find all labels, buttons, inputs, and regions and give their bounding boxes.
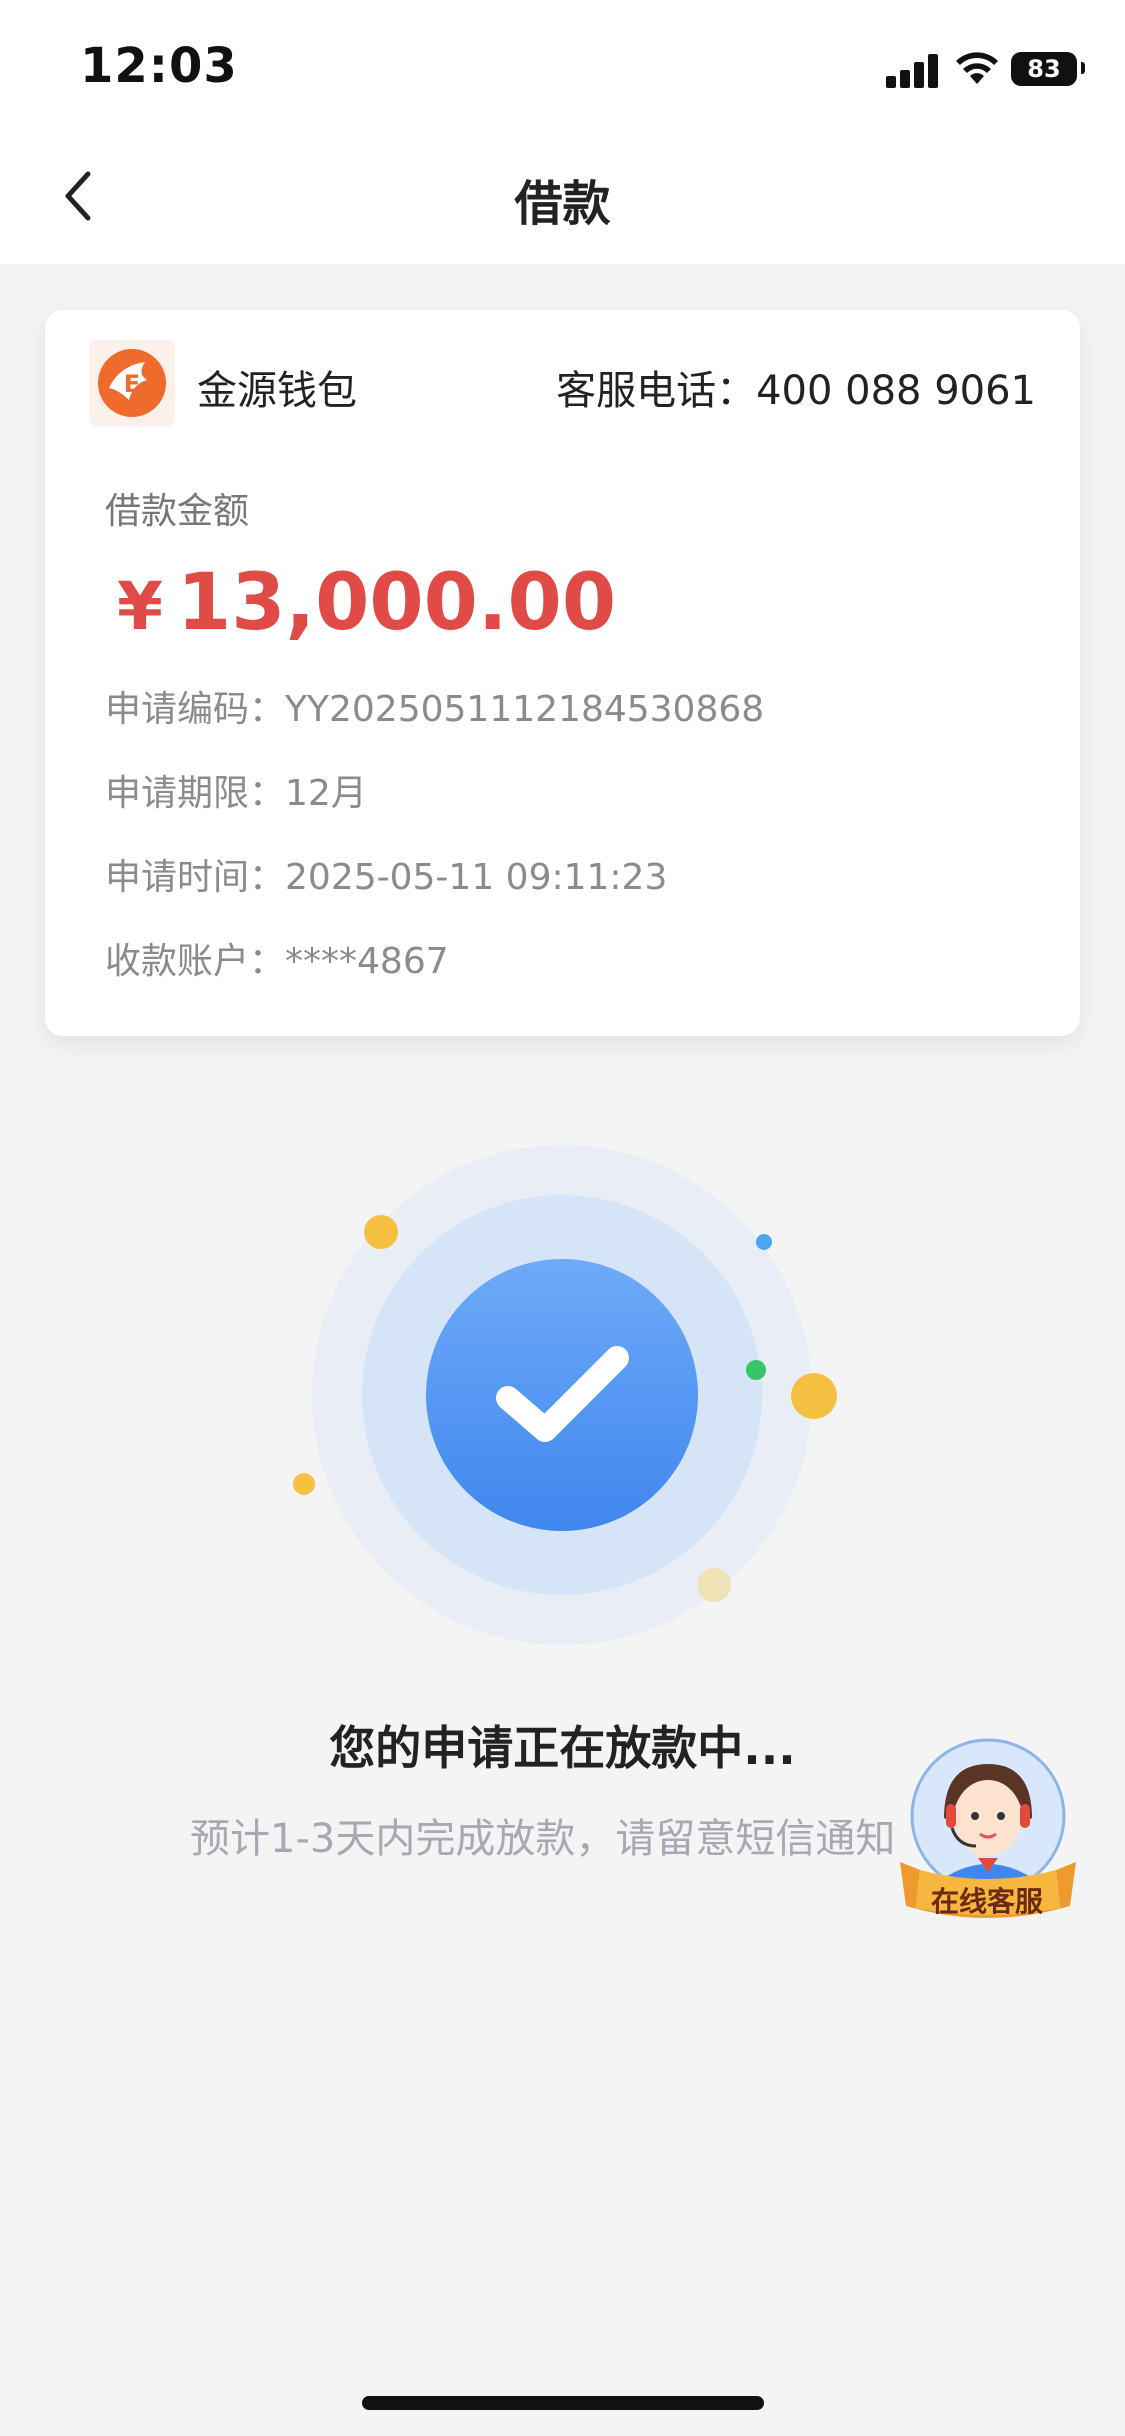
- status-time: 12:03: [80, 38, 238, 94]
- amount-label: 借款金额: [105, 491, 250, 532]
- check-circle: [426, 1259, 698, 1531]
- info-row-application-code: 申请编码：YY2025051112184530868: [105, 680, 764, 732]
- online-service-button[interactable]: 在线客服: [898, 1738, 1078, 1934]
- currency-symbol: ¥: [117, 568, 163, 645]
- info-label: 申请时间：: [105, 857, 286, 898]
- amount-value: 13,000.00: [176, 558, 617, 648]
- battery-tip: [1081, 62, 1085, 74]
- decor-dot: [364, 1215, 398, 1249]
- info-value: 2025-05-11 09:11:23: [285, 857, 668, 898]
- info-row-time: 申请时间：2025-05-11 09:11:23: [105, 848, 667, 900]
- loan-info-card: E 金源钱包 客服电话：400 088 9061 借款金额 ¥13,000.00…: [45, 310, 1080, 1036]
- online-service-label: 在线客服: [930, 1885, 1043, 1918]
- page-title: 借款: [514, 176, 611, 232]
- status-subtitle: 预计1-3天内完成放款，请留意短信通知: [190, 1816, 896, 1862]
- signal-icon: [886, 52, 942, 88]
- header-area: 12:03 83 借款: [0, 0, 1125, 264]
- home-indicator: [362, 2396, 764, 2410]
- brand-logo-icon: E: [89, 340, 175, 426]
- svg-text:E: E: [124, 370, 140, 398]
- decor-dot: [756, 1234, 772, 1250]
- service-hotline[interactable]: 客服电话：400 088 9061: [556, 358, 1036, 416]
- loan-amount: ¥13,000.00: [117, 558, 616, 648]
- info-value: ****4867: [285, 941, 449, 982]
- success-graphic: [293, 1145, 837, 1645]
- decor-dot: [697, 1568, 731, 1602]
- info-value: 12月: [285, 773, 367, 814]
- decor-dot: [746, 1360, 766, 1380]
- info-row-account: 收款账户：****4867: [105, 932, 449, 984]
- wifi-icon: [956, 52, 998, 84]
- brand-name: 金源钱包: [197, 368, 357, 414]
- battery-icon: 83: [1011, 52, 1077, 86]
- info-label: 申请期限：: [105, 773, 286, 814]
- decor-dot: [293, 1473, 315, 1495]
- decor-dot: [791, 1373, 837, 1419]
- info-label: 申请编码：: [105, 689, 286, 730]
- info-value: YY2025051112184530868: [285, 689, 765, 730]
- info-label: 收款账户：: [105, 941, 286, 982]
- info-row-term: 申请期限：12月: [105, 764, 367, 816]
- battery-level: 83: [1027, 55, 1061, 83]
